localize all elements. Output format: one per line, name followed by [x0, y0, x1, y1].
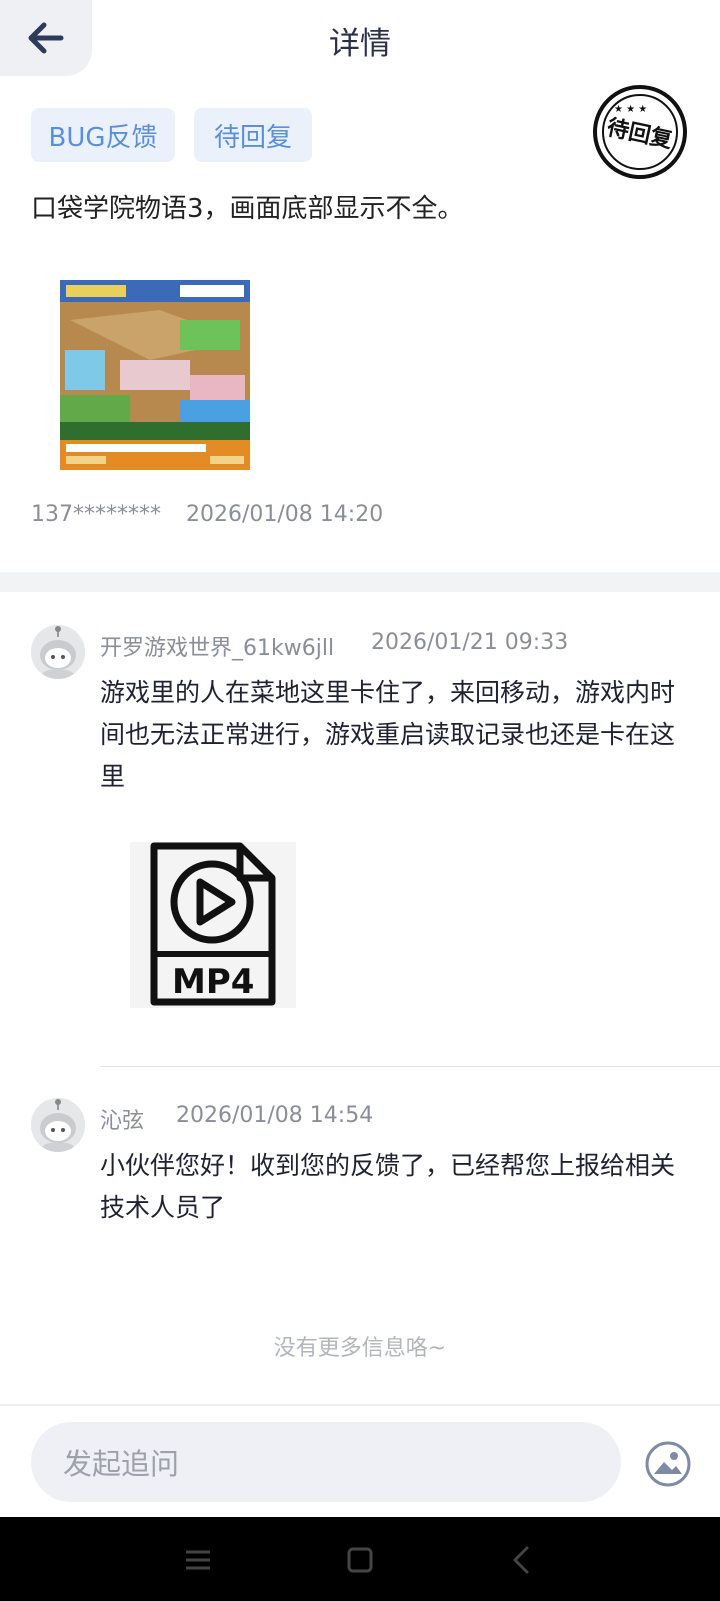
section-divider	[0, 572, 720, 592]
image-upload-button[interactable]	[644, 1440, 692, 1488]
comment-text: 小伙伴您好！收到您的反馈了，已经帮您上报给相关技术人员了	[100, 1151, 676, 1222]
comment-author: 沁弦	[100, 1109, 145, 1134]
tag-status: 待回复	[194, 108, 312, 162]
input-bar-divider	[0, 1404, 720, 1406]
avatar	[31, 1098, 85, 1152]
attached-screenshot[interactable]	[60, 280, 250, 470]
tag-bug-feedback: BUG反馈	[31, 108, 175, 162]
comment-text: 游戏里的人在菜地这里卡住了，来回移动，游戏内时间也无法正常进行，游戏重启读取记录…	[100, 678, 676, 791]
input-placeholder: 发起追问	[63, 1447, 180, 1481]
back-nav-icon[interactable]	[502, 1540, 542, 1580]
ticket-description: 口袋学院物语3，画面底部显示不全。	[31, 194, 464, 224]
status-stamp: ★ ★ ★ 待回复	[592, 84, 688, 180]
ticket-time: 2026/01/08 14:20	[186, 502, 384, 527]
comment-time: 2026/01/08 14:54	[176, 1103, 374, 1128]
follow-up-input[interactable]: 发起追问	[31, 1422, 621, 1502]
home-icon[interactable]	[340, 1540, 380, 1580]
page-title: 详情	[329, 26, 391, 62]
video-attachment[interactable]: MP4	[130, 842, 296, 1008]
no-more-text: 没有更多信息咯~	[273, 1336, 447, 1361]
ticket-user: 137********	[31, 502, 161, 527]
avatar	[31, 625, 85, 679]
image-icon	[645, 1441, 691, 1487]
comment-time: 2026/01/21 09:33	[371, 630, 569, 655]
menu-icon[interactable]	[178, 1540, 218, 1580]
mp4-label: MP4	[172, 962, 255, 1002]
comment-divider	[100, 1066, 720, 1067]
comment-author: 开罗游戏世界_61kw6jll	[100, 636, 335, 661]
